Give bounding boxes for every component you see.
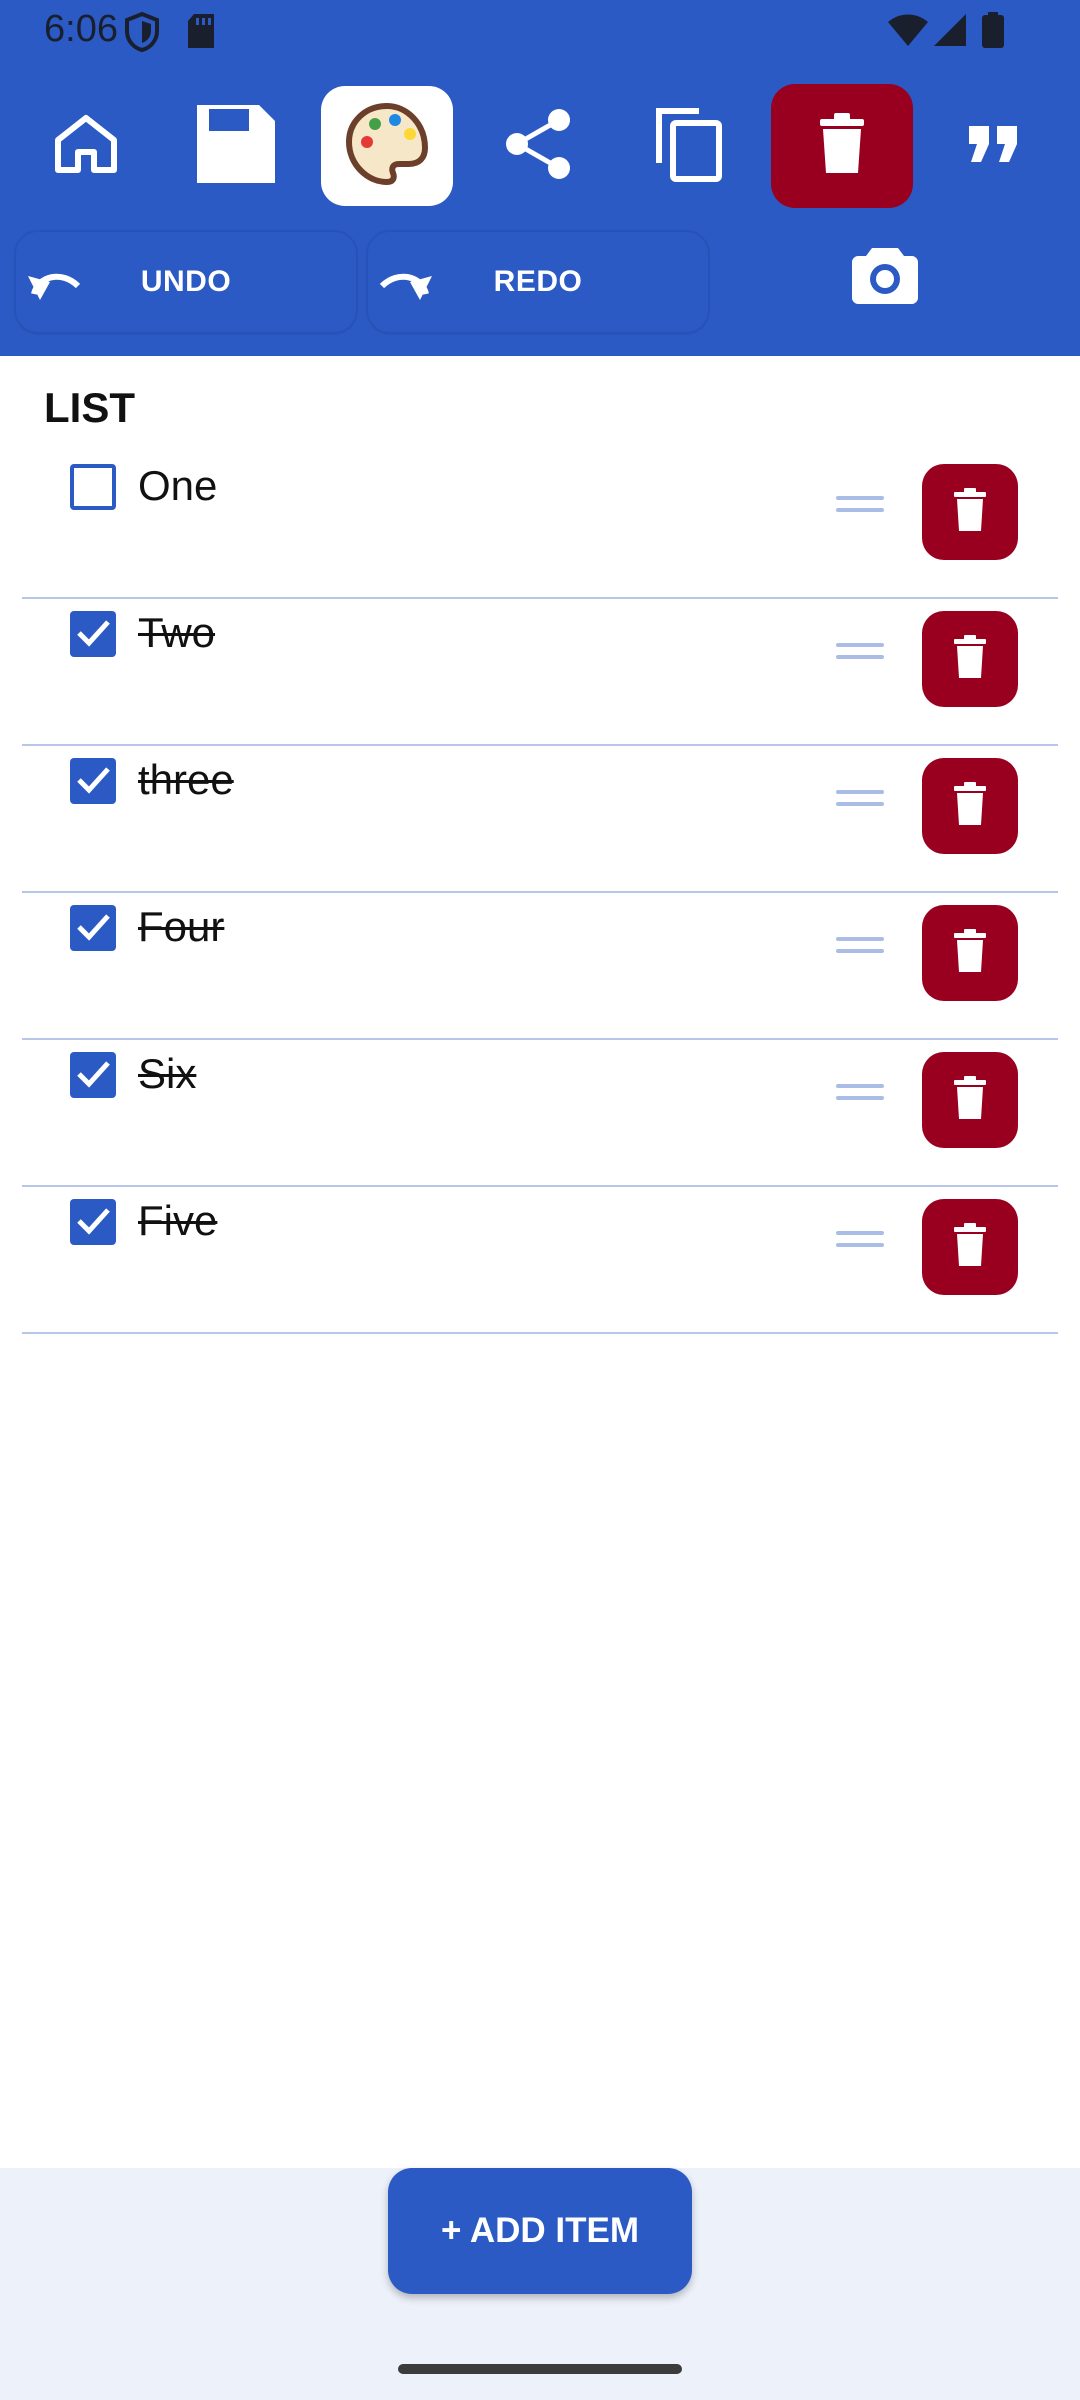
- quote-icon: [967, 124, 1021, 169]
- sd-card-icon: [186, 14, 216, 53]
- save-button[interactable]: [170, 86, 302, 206]
- delete-item-button[interactable]: [922, 758, 1018, 854]
- battery-icon: [982, 12, 1004, 53]
- drag-handle-icon[interactable]: [836, 1231, 884, 1257]
- item-text[interactable]: Six: [138, 1050, 196, 1098]
- home-indicator[interactable]: [398, 2364, 682, 2374]
- wifi-icon: [888, 14, 928, 51]
- delete-item-button[interactable]: [922, 611, 1018, 707]
- redo-label: REDO: [493, 265, 583, 298]
- delete-item-button[interactable]: [922, 1199, 1018, 1295]
- add-item-button[interactable]: + ADD ITEM: [388, 2168, 692, 2294]
- item-checkbox[interactable]: [70, 464, 116, 510]
- status-time: 6:06: [44, 8, 118, 50]
- list-item: Six: [22, 1040, 1058, 1187]
- drag-handle-icon[interactable]: [836, 643, 884, 669]
- trash-icon: [952, 781, 988, 831]
- item-text[interactable]: Five: [138, 1197, 217, 1245]
- list-item: Two: [22, 599, 1058, 746]
- signal-icon: [934, 14, 966, 51]
- palette-icon: [345, 102, 429, 191]
- home-button[interactable]: [20, 86, 152, 206]
- list-item: One: [22, 452, 1058, 599]
- item-text[interactable]: Two: [138, 609, 215, 657]
- list-item: Four: [22, 893, 1058, 1040]
- drag-handle-icon[interactable]: [836, 937, 884, 963]
- copy-icon: [653, 105, 725, 188]
- item-text[interactable]: three: [138, 756, 234, 804]
- trash-icon: [952, 487, 988, 537]
- quote-button[interactable]: [928, 86, 1060, 206]
- delete-item-button[interactable]: [922, 1052, 1018, 1148]
- list-title: LIST: [44, 384, 135, 431]
- delete-note-button[interactable]: [771, 84, 913, 208]
- undo-label: UNDO: [140, 265, 232, 298]
- trash-icon: [952, 634, 988, 684]
- shield-icon: [124, 11, 160, 57]
- delete-item-button[interactable]: [922, 464, 1018, 560]
- item-text[interactable]: Four: [138, 903, 224, 951]
- trash-icon: [952, 1075, 988, 1125]
- trash-icon: [952, 928, 988, 978]
- drag-handle-icon[interactable]: [836, 790, 884, 816]
- drag-handle-icon[interactable]: [836, 1084, 884, 1110]
- drag-handle-icon[interactable]: [836, 496, 884, 522]
- item-checkbox[interactable]: [70, 905, 116, 951]
- delete-item-button[interactable]: [922, 905, 1018, 1001]
- undo-button[interactable]: UNDO: [14, 230, 358, 334]
- list-item: three: [22, 746, 1058, 893]
- item-checkbox[interactable]: [70, 1052, 116, 1098]
- share-button[interactable]: [472, 86, 604, 206]
- redo-button[interactable]: REDO: [366, 230, 710, 334]
- item-text[interactable]: One: [138, 462, 217, 510]
- item-checkbox[interactable]: [70, 1199, 116, 1245]
- list-item: Five: [22, 1187, 1058, 1334]
- status-bar: 6:06: [0, 0, 1080, 62]
- trash-icon: [952, 1222, 988, 1272]
- item-checkbox[interactable]: [70, 758, 116, 804]
- save-icon: [193, 101, 279, 192]
- camera-button[interactable]: [852, 244, 932, 320]
- item-checkbox[interactable]: [70, 611, 116, 657]
- copy-button[interactable]: [623, 86, 755, 206]
- home-icon: [54, 112, 118, 181]
- share-icon: [503, 108, 573, 185]
- camera-icon: [852, 248, 918, 308]
- palette-button[interactable]: [321, 86, 453, 206]
- delete-icon: [816, 112, 868, 180]
